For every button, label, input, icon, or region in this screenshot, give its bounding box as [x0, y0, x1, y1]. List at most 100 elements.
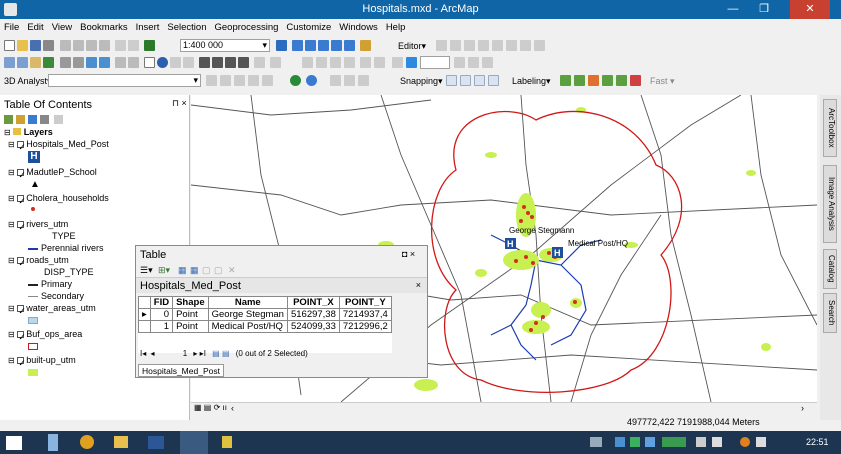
column-header-point-y[interactable]: POINT_Y [338, 296, 392, 309]
network-icon[interactable] [662, 437, 686, 447]
draw-rectangle-icon[interactable] [392, 57, 403, 68]
column-header-name[interactable]: Name [207, 296, 288, 309]
tray-app-icon[interactable] [630, 437, 640, 447]
table-options-icon[interactable]: ☰▾ [140, 265, 153, 276]
steepest-path-icon[interactable] [220, 75, 231, 86]
battery-icon[interactable] [740, 437, 750, 447]
go-to-xy-icon[interactable] [238, 57, 249, 68]
select-by-attributes-icon[interactable]: ▦ [178, 265, 187, 276]
fixed-zoom-in-icon[interactable] [60, 57, 71, 68]
menu-customize[interactable]: Customize [282, 21, 335, 35]
row-selector[interactable] [138, 320, 151, 333]
union-icon[interactable] [358, 75, 369, 86]
switch-selection-icon[interactable]: ▦ [190, 265, 199, 276]
print-icon[interactable] [43, 40, 54, 51]
cell-fid[interactable]: 0 [149, 308, 174, 321]
layer-row-builtup[interactable]: ⊟ ✓built-up_utm [8, 355, 76, 368]
cell-name[interactable]: Medical Post/HQ [207, 320, 288, 333]
map-horizontal-scrollbar[interactable]: ▦ ▤ ⟳ ıı ‹ › [191, 402, 817, 414]
list-by-drawing-order-icon[interactable] [4, 115, 13, 124]
list-by-source-icon[interactable] [16, 115, 25, 124]
layout-view-icon[interactable]: ▦ ▤ ⟳ ıı [194, 403, 227, 412]
layer-row-water[interactable]: ⊟ ✓water_areas_utm [8, 303, 96, 316]
clock[interactable]: 22:51 [806, 437, 829, 447]
next-record-icon[interactable]: ▸ [193, 349, 197, 358]
attributes-icon[interactable] [506, 40, 517, 51]
copy-icon[interactable] [73, 40, 84, 51]
undo-icon[interactable] [115, 40, 126, 51]
lock-labels-icon[interactable] [602, 75, 613, 86]
start-windows-icon[interactable] [6, 436, 22, 450]
cell-shape[interactable]: Point [172, 308, 209, 321]
pan-icon[interactable] [30, 57, 41, 68]
delete-selected-icon[interactable]: ✕ [228, 265, 236, 276]
identify-icon[interactable] [157, 57, 168, 68]
column-header-shape[interactable]: Shape [172, 296, 209, 309]
toc-options-icon[interactable] [54, 115, 63, 124]
layer-visibility-checkbox[interactable]: ✓ [17, 169, 26, 180]
sketch-tool-icon[interactable] [464, 40, 475, 51]
list-by-visibility-icon[interactable] [28, 115, 37, 124]
select-elements-icon[interactable] [144, 57, 155, 68]
close-button[interactable]: ✕ [790, 0, 830, 19]
view-unplaced-labels-icon[interactable] [630, 75, 641, 86]
redo-icon[interactable] [128, 40, 139, 51]
snapping-menu[interactable]: Snapping▾ [400, 75, 443, 87]
cell-point-x[interactable]: 524099,33 [286, 320, 340, 333]
menu-selection[interactable]: Selection [163, 21, 210, 35]
interpolate-line-icon[interactable] [248, 75, 259, 86]
line-of-sight-icon[interactable] [234, 75, 245, 86]
file-explorer-icon[interactable] [48, 434, 58, 451]
layer-row-roads[interactable]: ⊟ ✓roads_utm [8, 255, 69, 268]
back-extent-icon[interactable] [86, 57, 97, 68]
keyboard-icon[interactable] [590, 437, 602, 447]
flicker-icon[interactable] [468, 57, 479, 68]
search-tab[interactable]: Search [823, 293, 837, 333]
menu-help[interactable]: Help [382, 21, 410, 35]
label-quality-combo[interactable]: Fast ▾ [650, 75, 675, 87]
arcglobe-icon[interactable] [306, 75, 317, 86]
paste-icon[interactable] [86, 40, 97, 51]
menu-file[interactable]: File [0, 21, 23, 35]
menu-view[interactable]: View [48, 21, 76, 35]
edit-tool-icon[interactable] [436, 40, 447, 51]
arcmap-task-icon[interactable] [180, 431, 208, 454]
georef-rotate-icon[interactable] [344, 57, 355, 68]
full-extent-icon[interactable] [43, 57, 54, 68]
maximize-button[interactable]: ❐ [750, 0, 778, 19]
label-manager-icon[interactable] [560, 75, 571, 86]
arcscene-icon[interactable] [290, 75, 301, 86]
zoom-in-icon[interactable] [4, 57, 15, 68]
cell-point-y[interactable]: 7214937,4 [338, 308, 392, 321]
scroll-left-icon[interactable]: ‹ [231, 403, 234, 413]
menu-geoprocessing[interactable]: Geoprocessing [210, 21, 282, 35]
fill-color-icon[interactable] [406, 57, 417, 68]
minimize-button[interactable]: — [719, 0, 747, 19]
create-features-icon[interactable] [534, 40, 545, 51]
layer-visibility-checkbox[interactable]: ✓ [17, 221, 26, 232]
georef-table-icon[interactable] [330, 57, 341, 68]
layer-row-school[interactable]: ⊟ ✓MadutleP_School [8, 167, 97, 180]
list-by-selection-icon[interactable] [40, 115, 49, 124]
python-window-icon[interactable] [344, 40, 355, 51]
vertex-snapping-icon[interactable] [474, 75, 485, 86]
layers-group[interactable]: ⊟ Layers [4, 127, 53, 138]
georef-shift-icon[interactable] [360, 57, 371, 68]
scroll-right-icon[interactable]: › [801, 403, 804, 413]
arcmap-pinned-icon[interactable] [222, 436, 232, 448]
column-header-fid[interactable]: FID [149, 296, 174, 309]
clear-selection-icon[interactable] [128, 57, 139, 68]
wifi-icon[interactable] [712, 437, 722, 447]
map-scale-combo[interactable]: 1:400 000 ▾ [180, 39, 270, 52]
column-header-point-x[interactable]: POINT_X [286, 296, 340, 309]
row-selector[interactable]: ▸ [138, 308, 151, 321]
delete-icon[interactable] [99, 40, 110, 51]
open-folder-icon[interactable] [17, 40, 28, 51]
forward-extent-icon[interactable] [99, 57, 110, 68]
select-features-icon[interactable] [115, 57, 126, 68]
label-priority-icon[interactable] [574, 75, 585, 86]
word-icon[interactable] [148, 436, 164, 449]
first-record-icon[interactable]: I◂ [140, 349, 146, 358]
clear-selection-table-icon[interactable]: ▢ [202, 265, 211, 276]
zoom-to-selected-icon[interactable]: ▢ [214, 265, 223, 276]
